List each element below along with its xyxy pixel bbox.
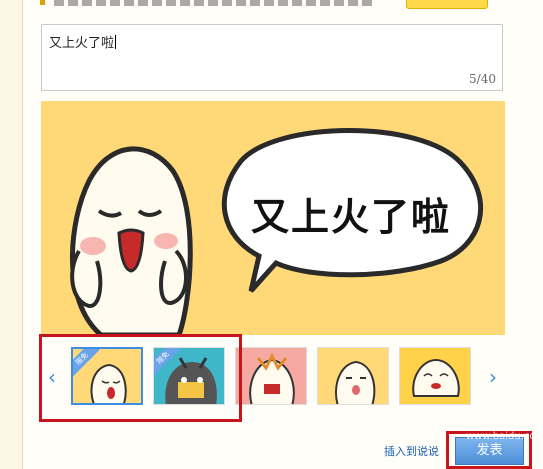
char-counter: 5/40 [469, 72, 496, 86]
compose-text: 又上火了啦 [49, 35, 117, 51]
tongue-sticker-icon [318, 348, 388, 404]
sticker-thumbnail-4[interactable] [317, 347, 389, 405]
insert-to-post-link[interactable]: 插入到说说 [384, 443, 439, 459]
sticker-preview: 又上火了啦 [41, 101, 505, 335]
bubble-text: 又上火了啦 [250, 195, 451, 239]
header-text-cutoff [54, 0, 374, 6]
sticker-thumbnail-5[interactable] [399, 347, 471, 405]
sticker-thumbnail-3[interactable] [235, 347, 307, 405]
sticker-thumbnail-2[interactable]: 限免 [153, 347, 225, 405]
header-strip [40, 0, 500, 10]
sticker-thumbnail-1[interactable]: 限免 [71, 347, 143, 405]
dumpling-sticker-icon [400, 348, 470, 404]
next-arrow-icon[interactable]: › [489, 365, 497, 389]
prev-arrow-icon[interactable]: ‹ [48, 365, 56, 389]
text-caret [115, 35, 117, 49]
compose-textarea[interactable]: 又上火了啦 5/40 [41, 24, 503, 91]
sticker-thumbnail-strip: ‹ 限免 限免 › [41, 335, 505, 421]
header-bullet [40, 0, 45, 5]
watermark: www.baidu.com [466, 431, 543, 442]
header-button-partial[interactable] [406, 0, 488, 9]
shouting-sticker-icon [236, 348, 306, 404]
